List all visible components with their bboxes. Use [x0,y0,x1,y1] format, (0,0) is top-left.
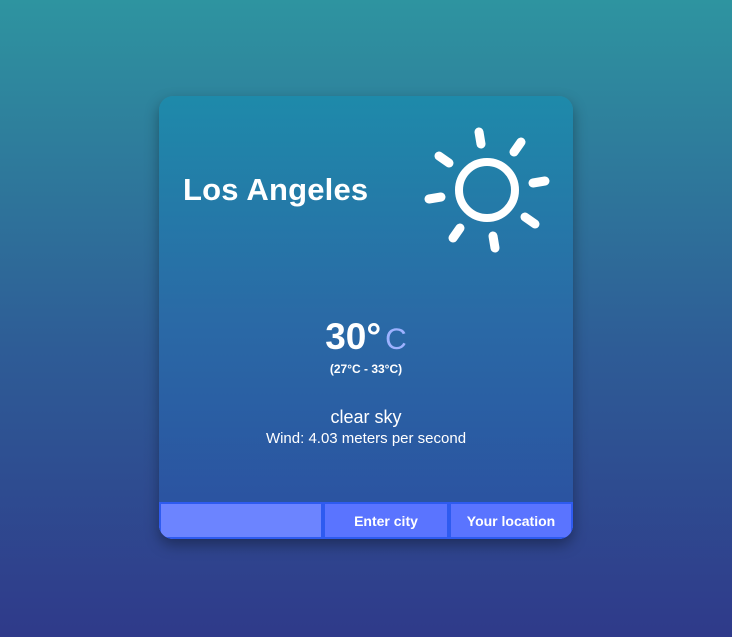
wind-info: Wind: 4.03 meters per second [265,430,467,447]
temperature-unit: C [385,323,407,356]
temperature-value: 30° [325,316,382,357]
weather-description: clear sky [330,407,402,427]
temperature-display: 30° C [159,316,573,358]
sun-icon [421,124,553,256]
city-input[interactable] [159,502,323,539]
enter-city-button[interactable]: Enter city [323,502,449,539]
controls-bar: Enter city Your location [159,502,573,539]
your-location-button[interactable]: Your location [449,502,573,539]
temperature-range: (27°C - 33°C) [329,362,403,376]
weather-card: Los Angeles 30° C (27°C - 33°C) clear sk… [159,96,573,539]
city-name: Los Angeles [183,172,369,207]
